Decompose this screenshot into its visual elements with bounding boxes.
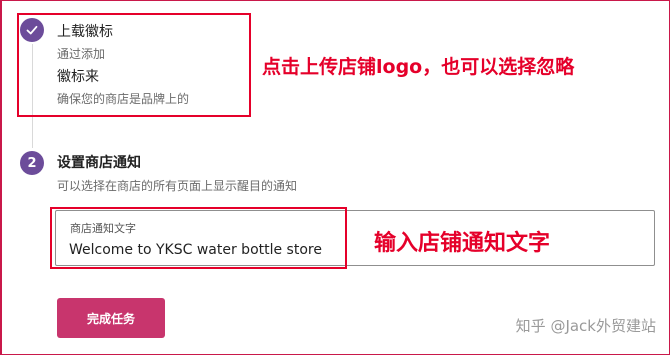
store-notice-field[interactable]: 商店通知文字 [55,210,655,266]
store-notice-label: 商店通知文字 [70,222,136,235]
step1-subtitle-line1: 通过添加 [57,47,106,61]
step-connector-line [32,44,33,148]
complete-task-button[interactable]: 完成任务 [57,298,165,338]
check-icon [26,25,38,35]
watermark: 知乎 @Jack外贸建站 [515,317,656,335]
step-complete-check-icon [20,18,44,42]
step2-title: 设置商店通知 [57,155,141,171]
step2-subtitle: 可以选择在商店的所有页面上显示醒目的通知 [57,179,298,193]
step1-subtitle-line2: 确保您的商店是品牌上的 [57,92,190,106]
step2-number-badge: 2 [20,151,44,175]
step1-title-line2: 徽标来 [57,69,99,85]
annotation-notice-hint: 输入店铺通知文字 [374,231,551,256]
step1-title[interactable]: 上载徽标 [57,21,113,41]
annotation-logo-hint: 点击上传店铺logo，也可以选择忽略 [262,56,575,78]
